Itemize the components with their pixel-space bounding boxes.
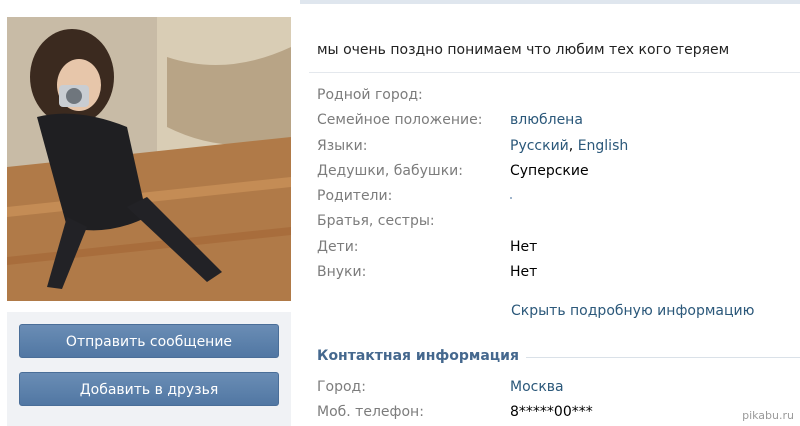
contact-label: Моб. телефон:	[317, 404, 424, 420]
info-value: Нет	[510, 264, 538, 280]
info-label: Внуки:	[317, 264, 367, 280]
send-message-button[interactable]: Отправить сообщение	[19, 324, 279, 358]
city-link[interactable]: Москва	[510, 379, 564, 395]
info-label: Братья, сестры:	[317, 213, 435, 229]
phone-value: 8*****00***	[510, 404, 593, 420]
info-label: Родители:	[317, 188, 393, 204]
info-label: Семейное положение:	[317, 112, 483, 128]
contact-section-divider	[526, 357, 800, 358]
info-label: Языки:	[317, 138, 368, 154]
info-label: Дети:	[317, 239, 359, 255]
parents-value-dot	[510, 197, 512, 199]
contact-section-title: Контактная информация	[317, 348, 519, 364]
profile-photo[interactable]	[7, 17, 291, 301]
info-value: Суперские	[510, 163, 589, 179]
info-value: Нет	[510, 239, 538, 255]
add-friend-button[interactable]: Добавить в друзья	[19, 372, 279, 406]
profile-photo-illustration	[7, 17, 291, 301]
hide-details-link[interactable]: Скрыть подробную информацию	[511, 303, 754, 319]
profile-status[interactable]: мы очень поздно понимаем что любим тех к…	[317, 42, 729, 58]
relationship-link[interactable]: влюблена	[510, 112, 583, 128]
languages-value: Русский, English	[510, 138, 628, 154]
watermark: pikabu.ru	[742, 409, 794, 422]
info-label: Родной город:	[317, 87, 423, 103]
info-label: Дедушки, бабушки:	[317, 163, 463, 179]
status-divider	[309, 72, 800, 73]
action-buttons-panel: Отправить сообщение Добавить в друзья	[7, 312, 291, 426]
language-separator: ,	[568, 138, 578, 154]
language-link-english[interactable]: English	[578, 138, 629, 154]
contact-label: Город:	[317, 379, 366, 395]
left-column: Отправить сообщение Добавить в друзья	[0, 0, 300, 426]
language-link-russian[interactable]: Русский	[510, 138, 569, 154]
